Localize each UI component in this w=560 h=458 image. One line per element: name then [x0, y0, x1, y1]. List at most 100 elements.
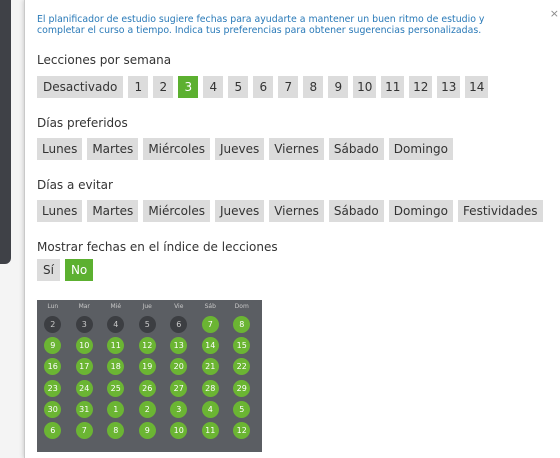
calendar-day: 21 [201, 358, 219, 376]
calendar-day: 19 [138, 358, 156, 376]
calendar-day-past: 5 [138, 316, 156, 334]
calendar-day: 7 [201, 316, 219, 334]
calendar-day: 11 [201, 422, 219, 440]
calendar-day: 12 [233, 422, 251, 440]
show-dates-title: Mostrar fechas en el índice de lecciones [37, 240, 278, 254]
calendar-day-past: 4 [107, 316, 125, 334]
calendar-day: 26 [138, 379, 156, 397]
intro-line-1: El planificador de estudio sugiere fecha… [37, 14, 485, 25]
lessons-4-button[interactable]: 4 [203, 76, 224, 98]
calendar-day: 16 [44, 358, 62, 376]
calendar-weekday-label: Vie [174, 303, 184, 310]
lessons-11-button[interactable]: 11 [381, 76, 405, 98]
preferred-day-button[interactable]: Viernes [269, 138, 324, 160]
calendar-day: 22 [233, 358, 251, 376]
calendar-day: 18 [107, 358, 125, 376]
intro-text: El planificador de estudio sugiere fecha… [37, 14, 547, 36]
calendar-day: 23 [44, 379, 62, 397]
calendar-day: 11 [107, 337, 125, 355]
calendar-day: 15 [233, 337, 251, 355]
preferred-days-title: Días preferidos [37, 116, 128, 130]
calendar-day: 30 [44, 400, 62, 418]
lessons-off-button[interactable]: Desactivado [37, 76, 124, 98]
avoid-day-button[interactable]: Viernes [269, 200, 324, 222]
calendar-preview: Lun Mar Mié Jue Vie Sáb Dom 2 3 4 5 6 7 8 9 10 11 12 13 14… [37, 300, 262, 452]
calendar-day: 31 [75, 400, 93, 418]
lessons-1-button[interactable]: 1 [128, 76, 149, 98]
lessons-per-week-title: Lecciones por semana [37, 53, 172, 67]
calendar-week-row: 2345678 [37, 314, 262, 335]
calendar-day: 3 [170, 400, 188, 418]
calendar-day: 29 [233, 379, 251, 397]
lessons-2-button[interactable]: 2 [153, 76, 174, 98]
avoid-day-button[interactable]: Miércoles [143, 200, 210, 222]
lessons-6-button[interactable]: 6 [253, 76, 274, 98]
calendar-weekday-label: Sáb [204, 303, 216, 310]
calendar-weekday-label: Dom [234, 303, 249, 310]
lessons-8-button[interactable]: 8 [303, 76, 324, 98]
lessons-14-button[interactable]: 14 [465, 76, 489, 98]
preferred-day-button[interactable]: Martes [87, 138, 139, 160]
show-dates-yes-button[interactable]: Sí [37, 259, 60, 281]
calendar-day: 8 [107, 422, 125, 440]
calendar-day: 28 [201, 379, 219, 397]
calendar-grid: 2 3 4 5 6 7 8 9 10 11 12 13 14 15 16 17 18 19 20 21 22 23 24 25… [37, 314, 262, 441]
calendar-day: 10 [75, 337, 93, 355]
calendar-week-row: 30 31 1 2 3 4 5 [37, 399, 262, 420]
lessons-9-button[interactable]: 9 [328, 76, 349, 98]
calendar-week-row: 16 17 18 19 20 21 22 [37, 356, 262, 377]
avoid-day-button[interactable]: Lunes [37, 200, 83, 222]
calendar-day: 13 [170, 337, 188, 355]
preferred-day-button[interactable]: Miércoles [143, 138, 210, 160]
calendar-day: 9 [44, 337, 62, 355]
calendar-day: 9 [138, 422, 156, 440]
preferred-days-options: Lunes Martes Miércoles Jueves Viernes Sábado D… [37, 138, 453, 160]
show-dates-no-button[interactable]: No [64, 259, 94, 281]
lessons-7-button[interactable]: 7 [278, 76, 299, 98]
calendar-day: 12 [138, 337, 156, 355]
calendar-week-row: 6 7 8 9 10 11 12 [37, 420, 262, 441]
avoid-day-button[interactable]: Festividades [457, 200, 543, 222]
calendar-day: 8 [233, 316, 251, 334]
calendar-day-past: 2 [44, 316, 62, 334]
calendar-day: 20 [170, 358, 188, 376]
calendar-day: 27 [170, 379, 188, 397]
calendar-day: 10 [170, 422, 188, 440]
calendar-day-past: 6 [170, 316, 188, 334]
intro-line-2: completar el curso a tiempo. Indica tus … [37, 25, 482, 36]
calendar-day: 7 [75, 422, 93, 440]
calendar-weekday-label: Mié [110, 303, 122, 310]
calendar-week-row: 9 10 11 12 13 14 15 [37, 335, 262, 356]
lessons-5-button[interactable]: 5 [228, 76, 249, 98]
calendar-weekday-label: Jue [142, 303, 152, 310]
close-icon[interactable]: × [550, 8, 559, 19]
calendar-day: 1 [107, 400, 125, 418]
calendar-day-past: 3 [75, 316, 93, 334]
calendar-weekday-header: Lun Mar Mié Jue Vie Sáb Dom [37, 303, 262, 310]
preferred-day-button[interactable]: Jueves [214, 138, 265, 160]
preferred-day-button[interactable]: Lunes [37, 138, 83, 160]
calendar-day: 4 [201, 400, 219, 418]
lessons-12-button[interactable]: 12 [409, 76, 433, 98]
calendar-day: 6 [44, 422, 62, 440]
calendar-day: 25 [107, 379, 125, 397]
lessons-13-button[interactable]: 13 [437, 76, 461, 98]
calendar-day: 5 [233, 400, 251, 418]
preferred-day-button[interactable]: Sábado [328, 138, 384, 160]
lessons-10-button[interactable]: 10 [353, 76, 377, 98]
avoid-days-options: Lunes Martes Miércoles Jueves Viernes Sábado D… [37, 200, 543, 222]
avoid-day-button[interactable]: Sábado [328, 200, 384, 222]
calendar-day: 17 [75, 358, 93, 376]
preferred-day-button[interactable]: Domingo [388, 138, 453, 160]
avoid-day-button[interactable]: Jueves [214, 200, 265, 222]
avoid-days-title: Días a evitar [37, 178, 113, 192]
lessons-3-button[interactable]: 3 [178, 76, 199, 98]
calendar-day: 14 [201, 337, 219, 355]
calendar-day: 2 [138, 400, 156, 418]
calendar-day: 24 [75, 379, 93, 397]
calendar-weekday-label: Lun [47, 303, 59, 310]
show-dates-options: Sí No [37, 259, 94, 281]
avoid-day-button[interactable]: Martes [87, 200, 139, 222]
background-panel [0, 0, 11, 264]
avoid-day-button[interactable]: Domingo [388, 200, 453, 222]
